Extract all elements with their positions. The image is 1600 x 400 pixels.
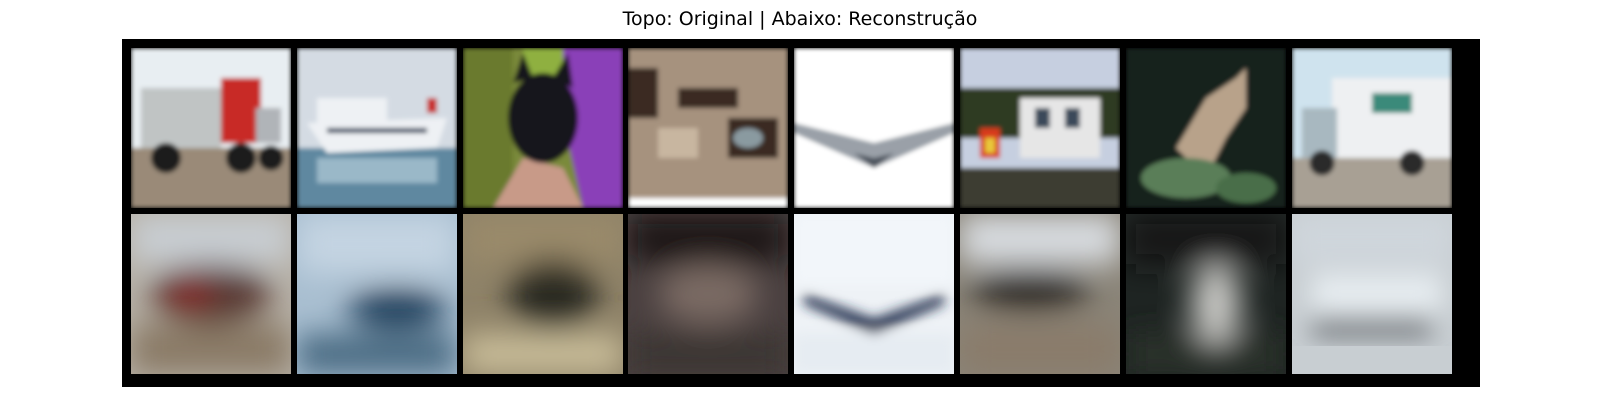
cat-reconstruction xyxy=(1126,214,1286,374)
figure-title: Topo: Original | Abaixo: Reconstrução xyxy=(622,8,978,30)
image-grid xyxy=(122,39,1480,387)
ship-reconstruction xyxy=(960,214,1120,374)
original-image-4 xyxy=(628,48,788,208)
truck-image xyxy=(1292,48,1452,208)
reconstruction-image-3 xyxy=(463,214,623,374)
reconstruction-image-1 xyxy=(131,214,291,374)
truck-reconstruction xyxy=(1292,214,1452,374)
cat-reconstruction xyxy=(628,214,788,374)
original-image-7 xyxy=(1126,48,1286,208)
reconstruction-image-7 xyxy=(1126,214,1286,374)
original-image-2 xyxy=(297,48,457,208)
truck-image xyxy=(131,48,291,208)
ship-reconstruction xyxy=(297,214,457,374)
reconstruction-image-6 xyxy=(960,214,1120,374)
reconstruction-image-2 xyxy=(297,214,457,374)
reconstruction-image-8 xyxy=(1292,214,1452,374)
original-image-5 xyxy=(794,48,954,208)
original-image-8 xyxy=(1292,48,1452,208)
airplane-reconstruction xyxy=(794,214,954,374)
cat-image xyxy=(628,48,788,208)
reconstruction-image-4 xyxy=(628,214,788,374)
truck-reconstruction xyxy=(131,214,291,374)
original-image-6 xyxy=(960,48,1120,208)
reconstruction-image-5 xyxy=(794,214,954,374)
ship-image xyxy=(297,48,457,208)
original-image-1 xyxy=(131,48,291,208)
cat-image xyxy=(463,48,623,208)
original-image-3 xyxy=(463,48,623,208)
airplane-image xyxy=(794,48,954,208)
cat-reconstruction xyxy=(463,214,623,374)
cat-image xyxy=(1126,48,1286,208)
ship-image xyxy=(960,48,1120,208)
